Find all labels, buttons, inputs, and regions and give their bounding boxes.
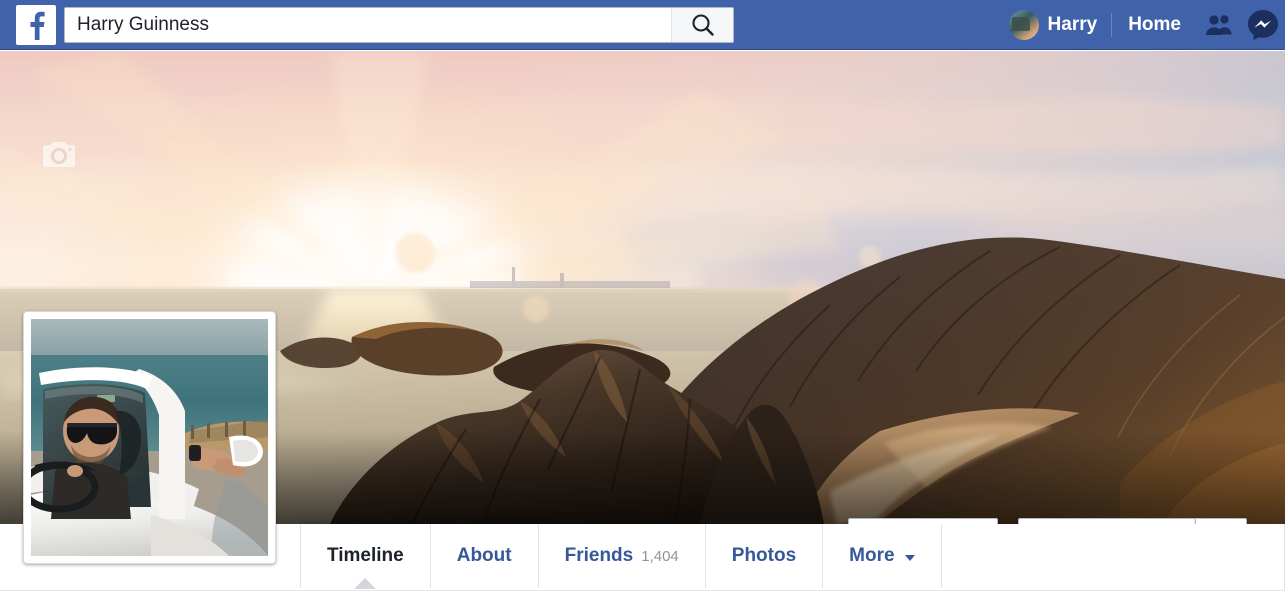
tabbar-end-divider bbox=[940, 524, 942, 588]
tab-photos-label: Photos bbox=[731, 545, 797, 566]
profile-picture-frame bbox=[31, 319, 268, 556]
tab-about[interactable]: About bbox=[429, 524, 538, 588]
chevron-down-icon bbox=[904, 554, 915, 561]
active-tab-pointer bbox=[354, 578, 377, 589]
top-navigation-bar: Harry Home bbox=[0, 0, 1285, 50]
nav-user-name: Harry bbox=[1047, 14, 1098, 35]
search-icon bbox=[691, 13, 714, 36]
tab-about-label: About bbox=[456, 545, 512, 566]
tab-friends-count: 1,404 bbox=[641, 547, 679, 565]
facebook-f-glyph bbox=[30, 11, 45, 40]
tab-more-label: More bbox=[849, 545, 895, 566]
tab-friends[interactable]: Friends 1,404 bbox=[537, 524, 705, 588]
tab-friends-label: Friends bbox=[564, 545, 634, 566]
profile-picture[interactable] bbox=[23, 311, 276, 564]
tab-photos[interactable]: Photos bbox=[704, 524, 822, 588]
profile-photo-image bbox=[31, 319, 268, 556]
tab-timeline[interactable]: Timeline bbox=[300, 524, 430, 589]
friend-requests-button[interactable] bbox=[1197, 0, 1241, 50]
tab-timeline-label: Timeline bbox=[327, 545, 404, 566]
search-box[interactable] bbox=[64, 6, 734, 43]
tab-more[interactable]: More bbox=[822, 524, 940, 588]
friends-icon bbox=[1206, 15, 1232, 35]
facebook-logo-icon[interactable] bbox=[16, 4, 56, 45]
messenger-icon bbox=[1248, 10, 1278, 40]
top-nav-right-group: Harry Home bbox=[999, 0, 1285, 50]
camera-icon bbox=[43, 142, 75, 167]
nav-home-link[interactable]: Home bbox=[1112, 0, 1197, 50]
search-button[interactable] bbox=[671, 7, 733, 42]
change-cover-photo-button[interactable] bbox=[42, 139, 76, 169]
search-input[interactable] bbox=[65, 7, 671, 42]
messenger-button[interactable] bbox=[1241, 0, 1285, 50]
nav-user-profile-link[interactable]: Harry bbox=[999, 0, 1112, 50]
nav-avatar bbox=[1008, 10, 1039, 40]
facebook-profile-page: Harry Home bbox=[0, 0, 1285, 591]
